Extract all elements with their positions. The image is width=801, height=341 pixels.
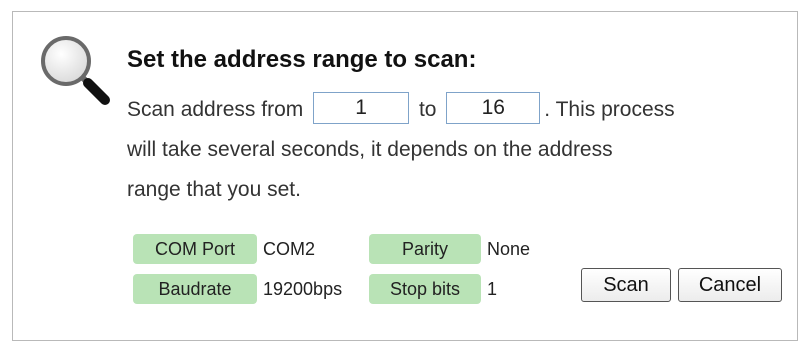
address-from-input[interactable]	[313, 92, 410, 125]
stop-bits-label: Stop bits	[369, 274, 481, 304]
dialog-title: Set the address range to scan:	[127, 46, 477, 73]
port-settings: COM Port COM2 Parity None Baudrate 19200…	[133, 232, 530, 312]
description-line-3: range that you set.	[127, 178, 301, 201]
description-line-1: Scan address from to . This process	[127, 90, 787, 130]
stop-bits-value: 1	[487, 279, 498, 299]
baudrate-value: 19200bps	[263, 279, 343, 299]
settings-row-2: Baudrate 19200bps Stop bits 1	[133, 272, 530, 306]
com-port-value: COM2	[263, 239, 316, 259]
process-text: . This process	[544, 98, 675, 121]
cancel-button[interactable]: Cancel	[678, 268, 782, 302]
baudrate-label: Baudrate	[133, 274, 257, 304]
scan-dialog: Set the address range to scan: Scan addr…	[12, 11, 798, 341]
to-label: to	[418, 98, 437, 121]
settings-row-1: COM Port COM2 Parity None	[133, 232, 530, 266]
parity-label: Parity	[369, 234, 481, 264]
scan-from-label: Scan address from	[127, 98, 304, 121]
dialog-description: Scan address from to . This process will…	[127, 90, 787, 210]
parity-value: None	[487, 239, 531, 259]
search-icon	[33, 28, 123, 118]
scan-button[interactable]: Scan	[581, 268, 671, 302]
com-port-label: COM Port	[133, 234, 257, 264]
description-line-2: will take several seconds, it depends on…	[127, 138, 613, 161]
address-to-input[interactable]	[446, 92, 541, 125]
